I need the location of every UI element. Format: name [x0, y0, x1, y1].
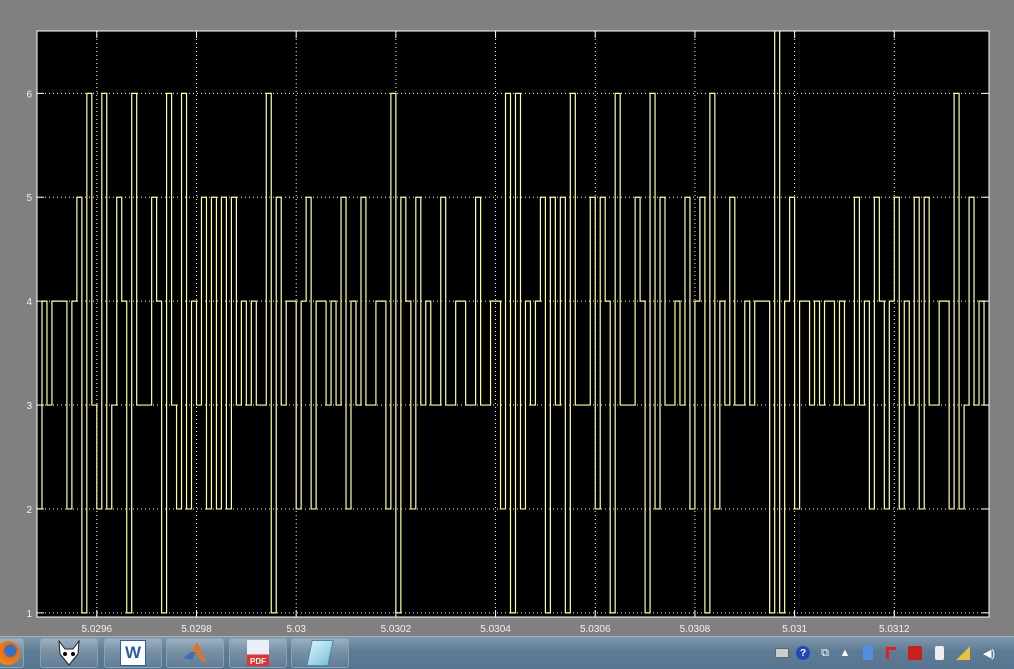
taskbar-firefox[interactable]: [0, 638, 24, 668]
y-tick-label: 5: [26, 193, 32, 204]
x-tick-label: 5.0302: [381, 624, 412, 635]
taskbar-fox-mask-app[interactable]: [40, 638, 98, 668]
taskbar: W PDF ? ⧉ ▲ ◀): [0, 636, 1014, 669]
help-label: ?: [796, 646, 810, 660]
keyboard-icon[interactable]: [775, 645, 789, 661]
notepad-icon: [306, 640, 334, 666]
power-plug-icon[interactable]: [932, 645, 946, 661]
matlab-icon: [183, 642, 207, 664]
firefox-icon: [0, 641, 20, 665]
word-icon: W: [120, 640, 146, 666]
y-tick-label: 2: [26, 505, 32, 516]
pdf-icon: PDF: [247, 640, 269, 666]
x-tick-label: 5.0312: [879, 624, 910, 635]
x-tick-label: 5.0308: [680, 624, 711, 635]
y-tick-label: 1: [26, 609, 32, 620]
show-hidden-icons-icon[interactable]: ▲: [838, 645, 852, 661]
network-signal-icon[interactable]: [956, 645, 970, 661]
y-tick-label: 3: [26, 401, 32, 412]
x-tick-label: 5.031: [782, 624, 807, 635]
taskbar-matlab[interactable]: [166, 638, 224, 668]
scope-plot: 5.0296 5.0298 5.03 5.0302 5.0304 5.0306 5.0308…: [26, 30, 990, 635]
x-tick-label: 5.0306: [580, 624, 611, 635]
x-tick-label: 5.0298: [181, 624, 212, 635]
fox-mask-app-icon: [58, 640, 80, 666]
restore-icon[interactable]: ⧉: [818, 645, 832, 661]
app-tray-icon[interactable]: [861, 645, 875, 661]
taskbar-pdf[interactable]: PDF: [229, 638, 287, 668]
x-tick-label: 5.0296: [82, 624, 113, 635]
axes-background: [37, 31, 989, 617]
taskbar-word[interactable]: W: [104, 638, 162, 668]
x-tick-label: 5.03: [286, 624, 306, 635]
y-tick-label: 6: [26, 89, 32, 100]
y-tick-label: 4: [26, 297, 32, 308]
acrobat-tray-icon[interactable]: [908, 645, 922, 661]
red-app-tray-icon[interactable]: [884, 645, 898, 661]
speaker-icon[interactable]: ◀): [982, 645, 996, 661]
x-tick-label: 5.0304: [480, 624, 511, 635]
help-icon[interactable]: ?: [796, 645, 810, 661]
taskbar-notepad[interactable]: [291, 638, 349, 668]
